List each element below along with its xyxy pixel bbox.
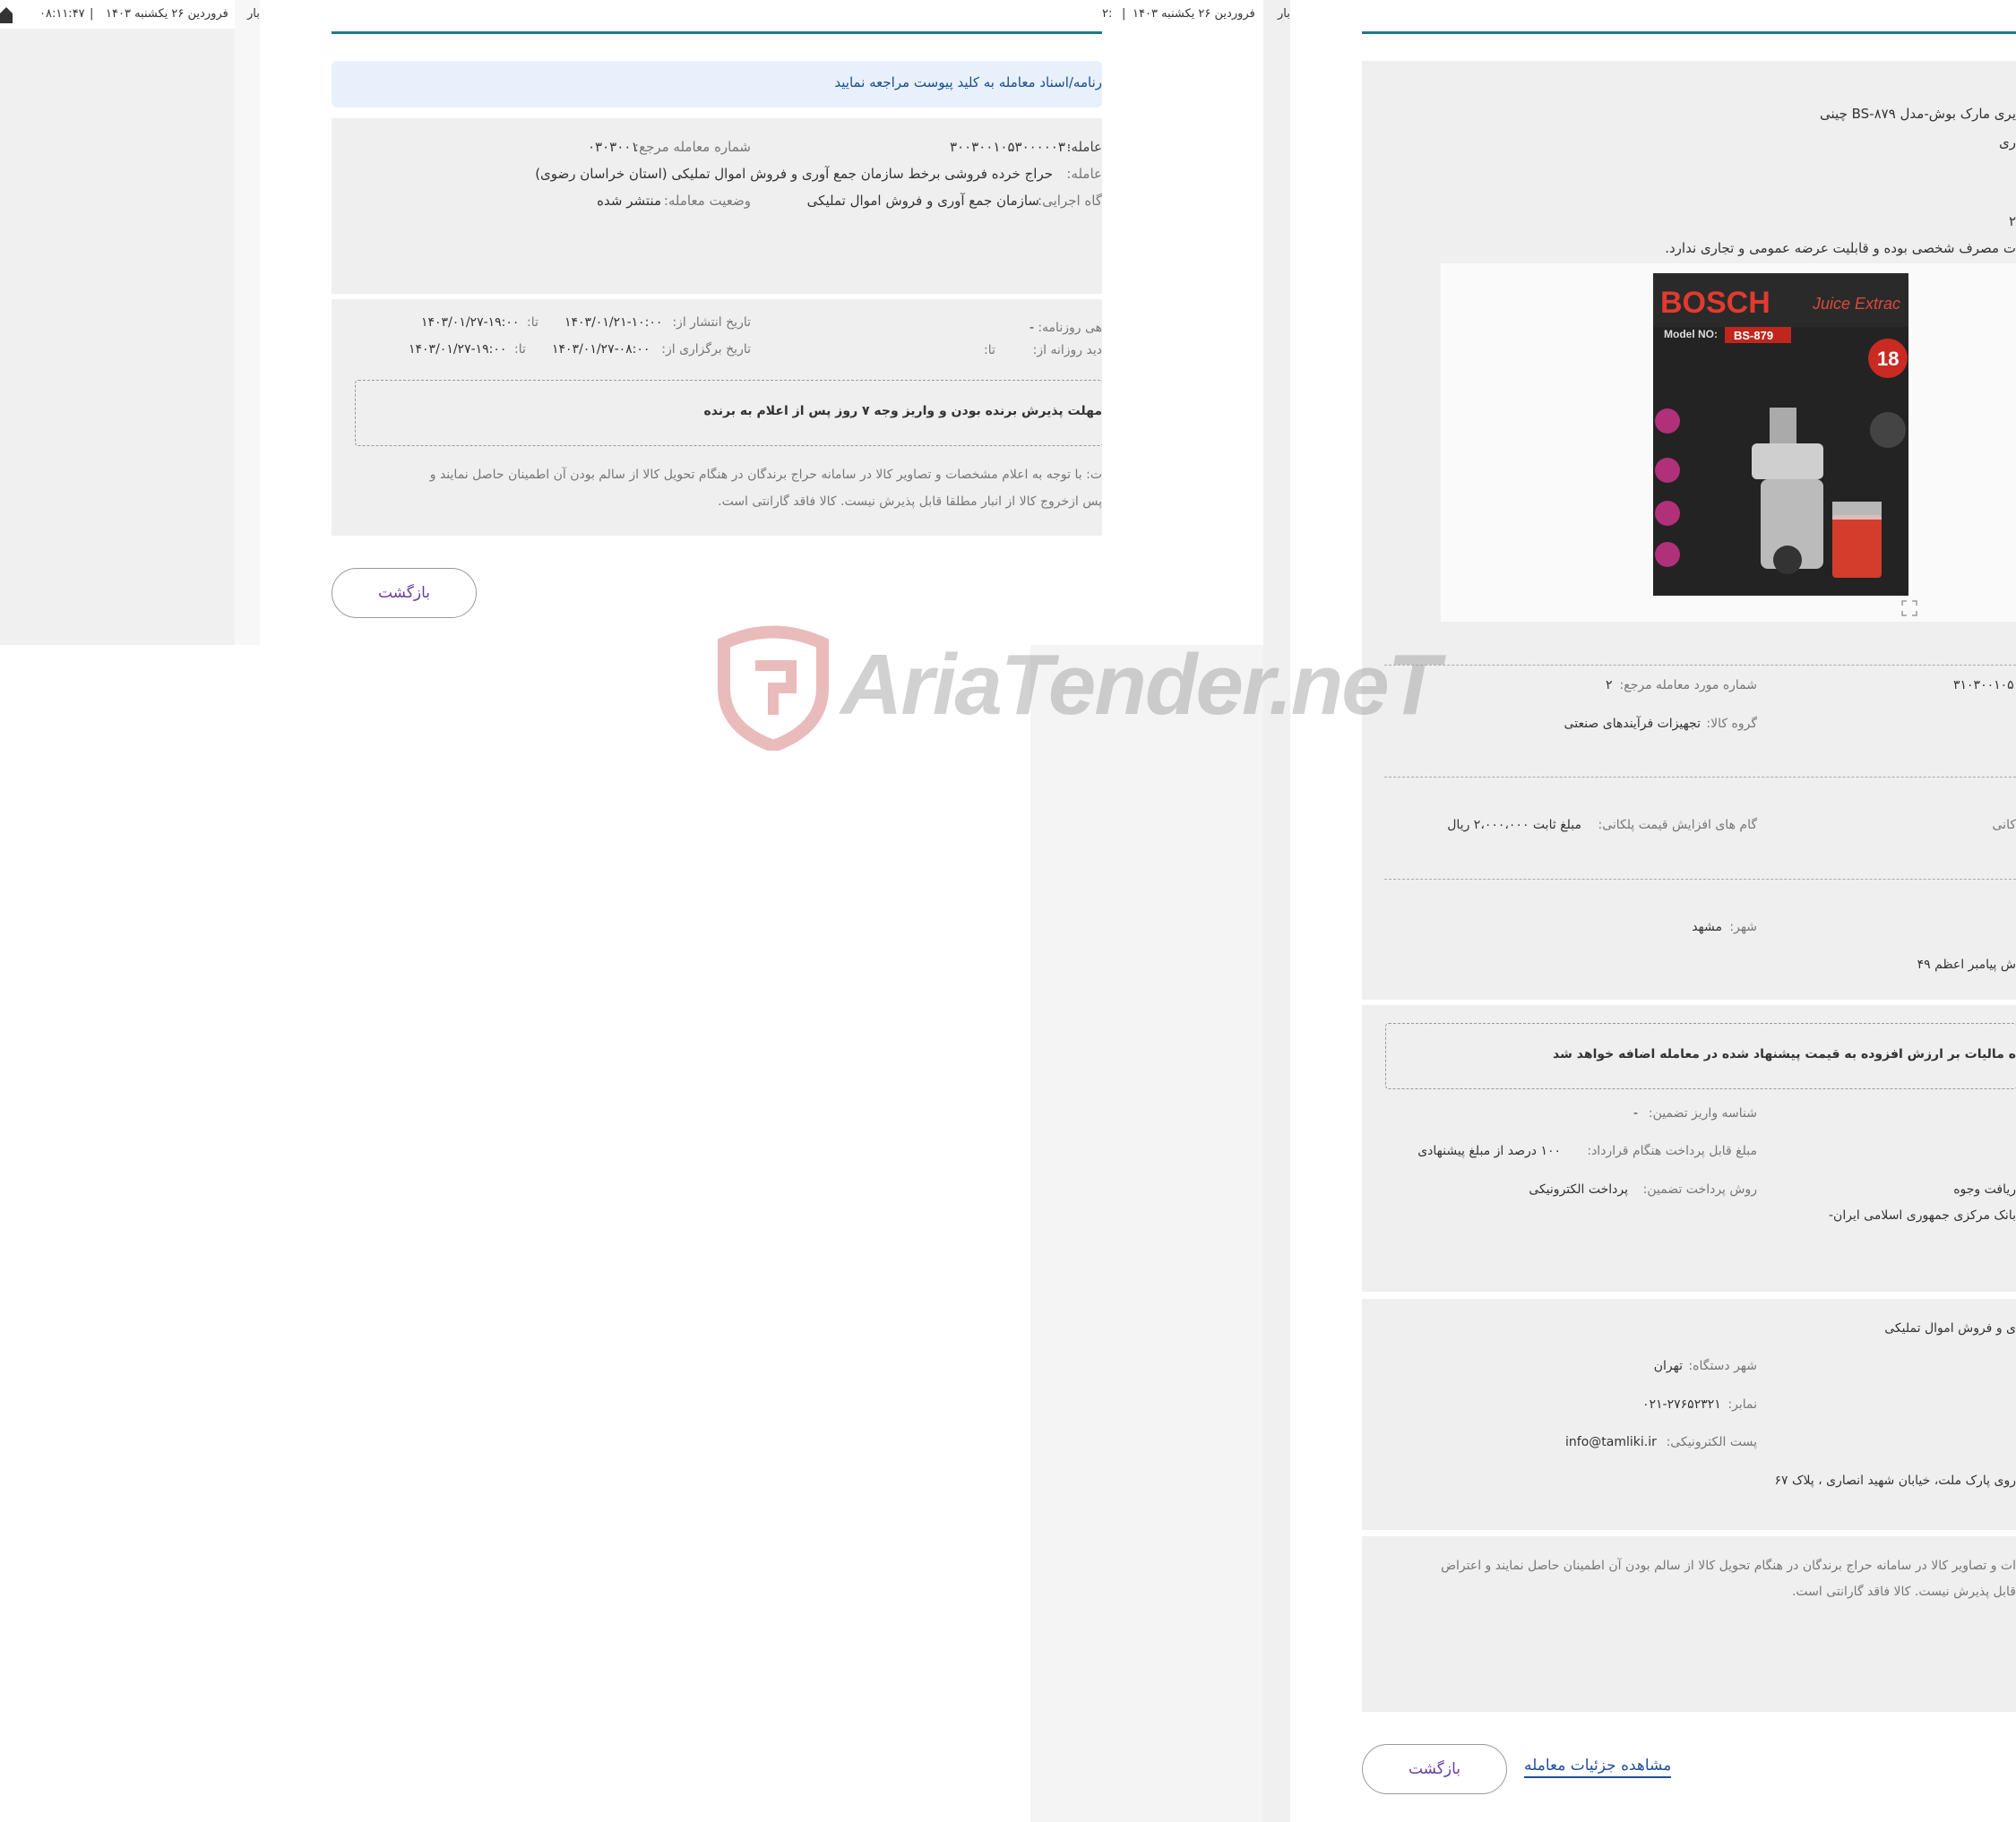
item-no-fragment: ۳۱۰۳۰۰۱۰۵ — [1953, 678, 2014, 692]
mid-strip-left-fragment: ۲: — [1102, 7, 1113, 21]
renew-label: دید روزانه از: — [1032, 343, 1102, 357]
hold-to: ۱۴۰۳/۰۱/۲۷-۱۹:۰۰ — [409, 342, 507, 357]
email-value[interactable]: info@tamliki.ir — [1565, 1435, 1657, 1449]
mid-strip-fragment: بار — [1278, 7, 1290, 21]
fax-label: نمابر: — [1727, 1397, 1757, 1412]
publish-to: ۱۴۰۳/۰۱/۲۷-۱۹:۰۰ — [421, 315, 520, 330]
city-value: مشهد — [1692, 920, 1722, 934]
org-city-value: تهران — [1653, 1359, 1683, 1373]
back-button-b[interactable]: بازگشت — [1362, 1744, 1507, 1794]
product-model-label: Model NO: — [1664, 328, 1718, 340]
deal-no-value: ۳۰۰۳۰۰۱۰۵۳۰۰۰۰۰۳۰ — [950, 139, 1073, 155]
step-label: گام های افزایش قیمت پلکانی: — [1598, 818, 1757, 832]
subject-label: عامله: — [1066, 166, 1102, 182]
subject-value: حراج خرده فروشی برخط سازمان جمع آوری و ف… — [535, 166, 1053, 182]
org-fragment: ی و فروش اموال تملیکی — [1884, 1321, 2016, 1336]
org-address-fragment: روی پارک ملت، خیابان شهید انصاری ، پلاک … — [1774, 1474, 2016, 1488]
city-label: شهر: — [1729, 920, 1757, 934]
pay-method-value: پرداخت الکترونیکی — [1529, 1182, 1628, 1197]
vat-notice: ه مالیات بر ارزش افزوده به قیمت پیشنهاد … — [1553, 1047, 2016, 1061]
guarantee-id-label: شناسه واریز تضمین: — [1648, 1106, 1757, 1121]
strip-fragment: بار — [247, 7, 260, 21]
hold-from: ۱۴۰۳/۰۱/۲۷-۰۸:۰۰ — [552, 342, 650, 357]
expand-icon[interactable] — [1901, 600, 1917, 616]
agency-label: گاه اجرایی: — [1038, 193, 1102, 209]
step-left-fragment: کانی — [1992, 818, 2016, 832]
fax-value: ۰۲۱-۲۷۶۵۲۳۲۱ — [1642, 1397, 1721, 1412]
consumption-note: ت مصرف شخصی بوده و قابلیت عرضه عمومی و ت… — [1665, 240, 2016, 256]
details-link[interactable]: مشاهده جزئیات معامله — [1524, 1757, 1672, 1778]
step-value: مبلغ ثابت ۲،۰۰۰،۰۰۰ ریال — [1447, 818, 1581, 832]
product-badge: 18 — [1877, 348, 1899, 370]
divider-2 — [1384, 777, 2016, 778]
page-a-notice-text: رنامه/اسناد معامله به کلید پیوست مراجعه … — [834, 74, 1102, 90]
product-line2: ری — [1999, 134, 2016, 150]
receive-fragment: ریافت وجوه — [1953, 1182, 2016, 1197]
product-line3: ۲ — [2008, 213, 2016, 229]
deadline-text: مهلت پذیرش برنده بودن و واریز وجه ۷ روز … — [703, 404, 1102, 418]
publish-label: تاریخ انتشار از: — [672, 315, 751, 330]
item-ref-label: شماره مورد معامله مرجع: — [1619, 678, 1757, 692]
strip-sep: | — [90, 7, 94, 21]
renew-to-label: تا: — [984, 343, 995, 357]
page-a-note-line1: ت: با توجه به اعلام مشخصات و تصاویر کالا… — [429, 468, 1102, 482]
group-label: گروه کالا: — [1706, 717, 1757, 731]
product-brand: BOSCH — [1660, 286, 1770, 320]
home-icon[interactable] — [0, 5, 13, 23]
divider-3 — [1384, 879, 2016, 880]
email-label: پست الکترونیکی: — [1666, 1435, 1757, 1449]
publish-to-label: تا: — [527, 315, 538, 330]
daily-value: - — [1029, 321, 1034, 335]
page-a-note-line2: پس ازخروج کالا از انبار مطلقا قابل پذیرش… — [718, 494, 1102, 509]
status-label: وضعیت معامله: — [663, 193, 751, 209]
org-city-label: شهر دستگاه: — [1688, 1359, 1757, 1373]
group-value: تجهیزات فرآیندهای صنعتی — [1564, 717, 1701, 731]
mid-strip-sep: | — [1122, 7, 1126, 21]
pay-method-label: روش پرداخت تضمین: — [1642, 1182, 1757, 1197]
product-title: یری مارک بوش-مدل BS-۸۷۹ چینی — [1820, 106, 2016, 122]
status-value: منتشر شده — [597, 193, 661, 209]
address-fragment: ش پیامبر اعظم ۴۹ — [1917, 958, 2016, 972]
left-strip — [0, 0, 235, 645]
ref-no-value: ۰۳۰۳۰۰۱ — [588, 139, 639, 155]
strip-date: فروردین ۲۶ یکشنبه ۱۴۰۳ — [106, 7, 228, 21]
strip-time: ۰۸:۱۱:۴۷ — [39, 7, 85, 21]
mid-strip-edge — [1263, 0, 1290, 1822]
guarantee-id-value: - — [1633, 1106, 1638, 1121]
payable-value: ۱۰۰ درصد از مبلغ پیشنهادی — [1417, 1144, 1561, 1158]
product-image[interactable]: BOSCH Model NO: BS-879 Juice Extrac 18 — [1653, 273, 1908, 596]
mid-strip-lower — [1030, 645, 1281, 1822]
hold-to-label: تا: — [514, 342, 526, 357]
payable-label: مبلغ قابل پرداخت هنگام قرارداد: — [1587, 1144, 1757, 1158]
agency-value: سازمان جمع آوری و فروش اموال تملیکی — [806, 193, 1039, 209]
page-b-accent-line — [1362, 31, 2016, 34]
watermark-logo-icon — [715, 625, 831, 753]
publish-from: ۱۴۰۳/۰۱/۲۱-۱۰:۰۰ — [564, 315, 663, 330]
bank-fragment: بانک مرکزی جمهوری اسلامی ایران- — [1829, 1208, 2016, 1223]
divider-1 — [1384, 665, 2016, 666]
page-b-note-line1: ات و تصاویر کالا در سامانه حراج برندگان … — [1441, 1559, 2016, 1573]
watermark-text: AriaTender.neT — [840, 637, 1440, 733]
hold-label: تاریخ برگزاری از: — [661, 342, 751, 357]
item-ref-value: ۲ — [1606, 678, 1613, 692]
daily-label: هی روزنامه: — [1038, 321, 1102, 335]
left-strip-inner — [235, 0, 260, 645]
page-b-note-line2: قابل پذیرش نیست. کالا فاقد گارانتی است. — [1791, 1585, 2016, 1599]
page-a-accent-line — [332, 31, 1102, 34]
back-button[interactable]: بازگشت — [332, 568, 477, 618]
mid-strip-date: فروردین ۲۶ یکشنبه ۱۴۰۳ — [1133, 7, 1255, 21]
ref-no-label: شماره معامله مرجع: — [634, 139, 751, 155]
product-juice-text: Juice Extrac — [1812, 295, 1900, 313]
product-model: BS-879 — [1734, 329, 1773, 342]
